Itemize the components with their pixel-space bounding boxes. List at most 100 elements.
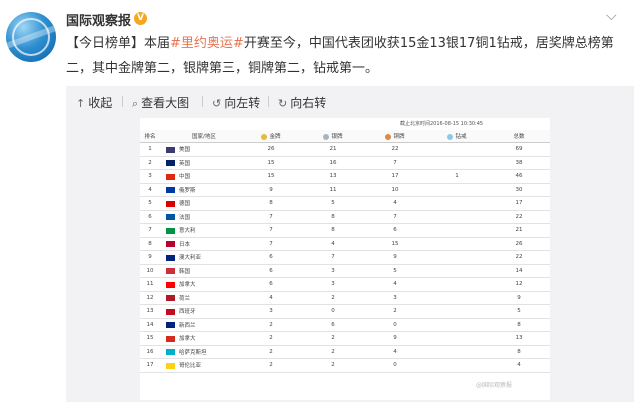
rank-cell: 9 (140, 250, 160, 265)
bronze-cell: 0 (364, 358, 426, 373)
ring-cell (426, 183, 488, 197)
total-cell: 8 (488, 318, 550, 332)
silver-cell: 16 (302, 156, 364, 170)
bronze-cell: 15 (364, 237, 426, 251)
rotate-right-button[interactable]: ↻ 向右转 (278, 94, 326, 111)
hashtag-link[interactable]: #里约奥运# (170, 36, 244, 51)
gold-cell: 7 (240, 210, 302, 224)
total-cell: 13 (488, 331, 550, 346)
country-name: 新西兰 (179, 322, 196, 329)
gold-cell: 15 (240, 156, 302, 170)
silver-cell: 7 (302, 250, 364, 265)
total-cell: 21 (488, 223, 550, 238)
bronze-cell: 2 (364, 304, 426, 319)
gold-cell: 2 (240, 318, 302, 332)
table-row: 17 哥伦比亚 2 2 0 4 (140, 358, 550, 373)
total-cell: 22 (488, 210, 550, 224)
country-cell: 加拿大 (160, 277, 240, 292)
gold-cell: 4 (240, 291, 302, 305)
ring-cell (426, 156, 488, 170)
header-rank: 排名 (140, 130, 160, 143)
image-card: ↑ 收起 ⌕ 查看大图 ↺ 向左转 ↻ 向右转 截止北京时间2016-08-15 10:… (66, 86, 634, 402)
collapse-button[interactable]: ↑ 收起 (76, 94, 112, 111)
chevron-down-icon[interactable]: ⌵ (606, 8, 617, 24)
bronze-cell: 4 (364, 345, 426, 359)
rank-cell: 6 (140, 210, 160, 224)
table-row: 12 荷兰 4 2 3 9 (140, 291, 550, 305)
total-cell: 46 (488, 169, 550, 184)
table-row: 5 德国 8 5 4 17 (140, 196, 550, 211)
country-cell: 美国 (160, 142, 240, 157)
silver-cell: 13 (302, 169, 364, 184)
up-arrow-icon: ↑ (76, 97, 86, 110)
rotate-left-button[interactable]: ↺ 向左转 (212, 94, 260, 111)
silver-cell: 2 (302, 291, 364, 305)
verified-icon: V (134, 12, 147, 25)
country-name: 美国 (179, 147, 191, 154)
avatar[interactable] (6, 12, 56, 62)
country-cell: 俄罗斯 (160, 183, 240, 197)
flag-icon (166, 214, 175, 221)
bronze-cell: 7 (364, 210, 426, 224)
bronze-cell: 17 (364, 169, 426, 184)
table-row: 1 美国 26 21 22 69 (140, 142, 550, 157)
country-name: 德国 (179, 201, 191, 208)
rank-cell: 10 (140, 264, 160, 278)
gold-cell: 6 (240, 250, 302, 265)
country-name: 韩国 (179, 268, 191, 275)
flag-icon (166, 227, 175, 234)
flag-icon (166, 160, 175, 167)
post-text: 【今日榜单】本届#里约奥运#开赛至今，中国代表团收获15金13银17铜1钻戒，居… (66, 31, 634, 81)
country-cell: 中国 (160, 169, 240, 184)
post-text-prefix: 【今日榜单】本届 (66, 36, 171, 51)
medal-table-image[interactable]: 截止北京时间2016-08-15 10:30:45 排名 国家/地区 金牌 银牌… (140, 118, 550, 400)
magnifier-icon: ⌕ (132, 97, 139, 110)
rank-cell: 2 (140, 156, 160, 170)
gold-medal-icon (261, 133, 268, 140)
country-name: 哥伦比亚 (179, 363, 202, 370)
total-cell: 26 (488, 237, 550, 251)
flag-icon (166, 187, 175, 194)
view-large-label: 查看大图 (141, 96, 190, 110)
ring-cell (426, 318, 488, 332)
country-cell: 哈萨克斯坦 (160, 345, 240, 359)
ring-cell (426, 142, 488, 157)
gold-cell: 6 (240, 277, 302, 292)
rank-cell: 16 (140, 345, 160, 359)
country-cell: 日本 (160, 237, 240, 251)
bronze-cell: 5 (364, 264, 426, 278)
country-name: 意大利 (179, 228, 196, 235)
country-name: 日本 (179, 241, 191, 248)
table-row: 10 韩国 6 3 5 14 (140, 264, 550, 278)
ring-cell (426, 304, 488, 319)
table-row: 6 法国 7 8 7 22 (140, 210, 550, 224)
rank-cell: 3 (140, 169, 160, 184)
collapse-label: 收起 (88, 96, 113, 110)
toolbar-divider (122, 96, 123, 107)
silver-cell: 2 (302, 331, 364, 346)
medal-table-body: 1 美国 26 21 22 69 2 英国 15 16 7 38 3 中国 15 13 17 1 46 4 俄罗斯 9 11… (140, 142, 550, 373)
country-name: 英国 (179, 160, 191, 167)
total-cell: 22 (488, 250, 550, 265)
silver-cell: 21 (302, 142, 364, 157)
flag-icon (166, 254, 175, 261)
gold-cell: 9 (240, 183, 302, 197)
rank-cell: 11 (140, 277, 160, 292)
rank-cell: 15 (140, 331, 160, 346)
view-large-button[interactable]: ⌕ 查看大图 (132, 94, 189, 111)
flag-icon (166, 308, 175, 315)
flag-icon (166, 281, 175, 288)
country-cell: 新西兰 (160, 318, 240, 332)
header-gold: 金牌 (240, 130, 302, 143)
country-cell: 韩国 (160, 264, 240, 278)
bronze-cell: 4 (364, 196, 426, 211)
silver-cell: 2 (302, 345, 364, 359)
username[interactable]: 国际观察报 (66, 10, 131, 29)
gold-cell: 15 (240, 169, 302, 184)
country-cell: 西班牙 (160, 304, 240, 319)
silver-medal-icon (323, 133, 330, 140)
ring-cell (426, 223, 488, 238)
gold-cell: 2 (240, 345, 302, 359)
rank-cell: 7 (140, 223, 160, 238)
table-row: 2 英国 15 16 7 38 (140, 156, 550, 170)
